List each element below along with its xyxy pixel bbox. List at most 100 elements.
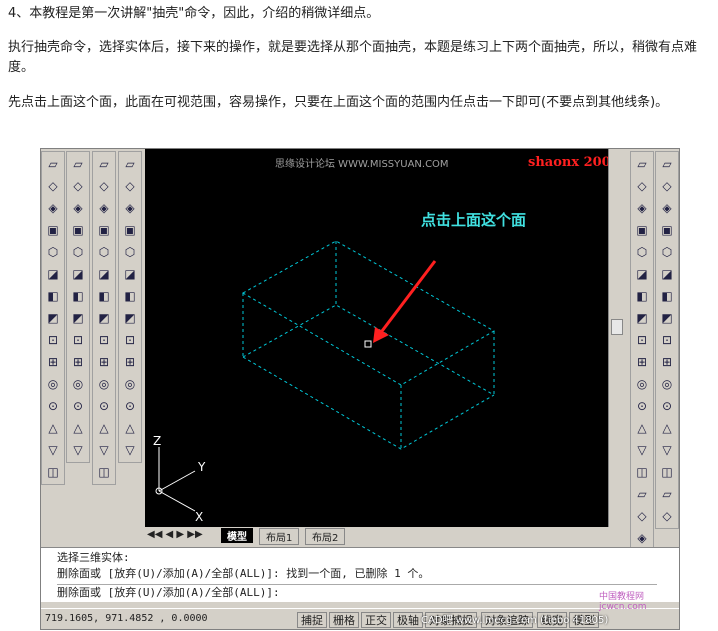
view-sw-icon[interactable]: ◧ — [68, 286, 88, 306]
revcloud-icon[interactable]: ◩ — [632, 308, 652, 328]
explode-icon[interactable]: ◇ — [657, 506, 677, 526]
tab-nav-arrows[interactable]: ◀◀ ◀ ▶ ▶▶ — [147, 529, 203, 540]
drawing-viewport[interactable]: 思缘设计论坛 WWW.MISSYUAN.COM shaonx 2009-10-5… — [145, 149, 658, 527]
command-window[interactable]: 选择三维实体: 删除面或 [放弃(U)/添加(A)/全部(ALL)]: 找到一个… — [41, 547, 679, 602]
block-icon[interactable]: ⊙ — [632, 396, 652, 416]
circle-icon[interactable]: ◧ — [632, 286, 652, 306]
ucs-named-icon[interactable]: ▽ — [43, 440, 63, 460]
ucs-prev-icon[interactable]: ◈ — [43, 198, 63, 218]
tab-layout1[interactable]: 布局1 — [259, 528, 300, 545]
stretch-icon[interactable]: ⊡ — [657, 330, 677, 350]
erase-icon[interactable]: ▱ — [657, 154, 677, 174]
view-top-icon[interactable]: ▱ — [68, 154, 88, 174]
section-icon[interactable]: ⊞ — [120, 352, 140, 372]
rectangle-icon[interactable]: ⬡ — [632, 242, 652, 262]
ucs-move-icon[interactable]: △ — [68, 418, 88, 438]
top-face[interactable] — [241, 240, 496, 386]
fillet-icon[interactable]: ▱ — [657, 484, 677, 504]
ucs-z-icon[interactable]: ⊙ — [43, 396, 63, 416]
break-point-icon[interactable]: ⊙ — [657, 396, 677, 416]
separate-icon[interactable]: △ — [94, 418, 114, 438]
array-icon[interactable]: ⬡ — [657, 242, 677, 262]
tab-model[interactable]: 模型 — [221, 528, 253, 543]
break-icon[interactable]: △ — [657, 418, 677, 438]
view-left-icon[interactable]: ◈ — [68, 198, 88, 218]
torus-icon[interactable]: ◪ — [120, 264, 140, 284]
ucs-icon[interactable]: ▱ — [43, 154, 63, 174]
revolve-icon[interactable]: ◩ — [120, 308, 140, 328]
delete-face-icon[interactable]: ◧ — [94, 286, 114, 306]
rotate-icon[interactable]: ◧ — [657, 286, 677, 306]
view-back-icon[interactable]: ◪ — [68, 264, 88, 284]
extrude-icon[interactable]: ◧ — [120, 286, 140, 306]
scale-icon[interactable]: ◩ — [657, 308, 677, 328]
make-block-icon[interactable]: △ — [632, 418, 652, 438]
grid-button[interactable]: 栅格 — [329, 612, 359, 628]
mirror-icon[interactable]: ◈ — [657, 198, 677, 218]
wedge-icon[interactable]: ⬡ — [120, 242, 140, 262]
ucs-zaxis-icon[interactable]: ◩ — [43, 308, 63, 328]
ucs-3point-icon[interactable]: ⊡ — [43, 330, 63, 350]
view-bottom-icon[interactable]: ◇ — [68, 176, 88, 196]
point-icon[interactable]: ▽ — [632, 440, 652, 460]
ucs-view-icon[interactable]: ◪ — [43, 264, 63, 284]
join-icon[interactable]: ▽ — [657, 440, 677, 460]
arc-icon[interactable]: ◪ — [632, 264, 652, 284]
offset-face-icon[interactable]: ◪ — [94, 264, 114, 284]
shell-icon[interactable]: ▽ — [94, 440, 114, 460]
polar-button[interactable]: 极轴 — [393, 612, 423, 628]
interfere-icon[interactable]: ◎ — [120, 374, 140, 394]
scroll-thumb[interactable] — [611, 319, 623, 335]
setup-view-icon[interactable]: △ — [120, 418, 140, 438]
ellipse-icon[interactable]: ⊞ — [632, 352, 652, 372]
ucs-x-icon[interactable]: ⊞ — [43, 352, 63, 372]
copy-face-icon[interactable]: ⊞ — [94, 352, 114, 372]
ucs-origin-icon[interactable]: ◧ — [43, 286, 63, 306]
region-icon[interactable]: ◇ — [632, 506, 652, 526]
ucs-apply-icon[interactable]: △ — [43, 418, 63, 438]
box-icon[interactable]: ▱ — [120, 154, 140, 174]
view-front-icon[interactable]: ⬡ — [68, 242, 88, 262]
xline-icon[interactable]: ◇ — [632, 176, 652, 196]
ortho-button[interactable]: 正交 — [361, 612, 391, 628]
view-nw-icon[interactable]: ⊞ — [68, 352, 88, 372]
ucs-axis-icon[interactable]: ▽ — [68, 440, 88, 460]
ucs-face-icon[interactable]: ⬡ — [43, 242, 63, 262]
viewport-scrollbar[interactable] — [608, 149, 625, 527]
extrude-face-icon[interactable]: ▣ — [94, 220, 114, 240]
cone-icon[interactable]: ▣ — [120, 220, 140, 240]
ucs-manager-icon[interactable]: ◫ — [43, 462, 63, 482]
polyline-icon[interactable]: ◈ — [632, 198, 652, 218]
move-icon[interactable]: ◪ — [657, 264, 677, 284]
taper-face-icon[interactable]: ⊡ — [94, 330, 114, 350]
move-face-icon[interactable]: ⬡ — [94, 242, 114, 262]
line-icon[interactable]: ▱ — [632, 154, 652, 174]
camera-icon[interactable]: ◎ — [68, 374, 88, 394]
ucs-object-icon[interactable]: ▣ — [43, 220, 63, 240]
rotate-face-icon[interactable]: ◩ — [94, 308, 114, 328]
check-icon[interactable]: ◫ — [94, 462, 114, 482]
view-ne-icon[interactable]: ⊡ — [68, 330, 88, 350]
ucs-y-icon[interactable]: ◎ — [43, 374, 63, 394]
setup-drawing-icon[interactable]: ⊙ — [120, 396, 140, 416]
mtext-icon[interactable]: ◈ — [632, 528, 652, 548]
polygon-icon[interactable]: ▣ — [632, 220, 652, 240]
extend-icon[interactable]: ◎ — [657, 374, 677, 394]
union-icon[interactable]: ▱ — [94, 154, 114, 174]
tab-layout2[interactable]: 布局2 — [305, 528, 346, 545]
slice-icon[interactable]: ⊡ — [120, 330, 140, 350]
spline-icon[interactable]: ⊡ — [632, 330, 652, 350]
command-prompt[interactable]: 删除面或 [放弃(U)/添加(A)/全部(ALL)]: — [57, 584, 657, 601]
orbit-icon[interactable]: ⊙ — [68, 396, 88, 416]
cylinder-icon[interactable]: ◈ — [120, 198, 140, 218]
color-face-icon[interactable]: ◎ — [94, 374, 114, 394]
hatch-icon[interactable]: ◫ — [632, 462, 652, 482]
offset-icon[interactable]: ▣ — [657, 220, 677, 240]
ellipse-arc-icon[interactable]: ◎ — [632, 374, 652, 394]
imprint-icon[interactable]: ⊙ — [94, 396, 114, 416]
gradient-icon[interactable]: ▱ — [632, 484, 652, 504]
ucs-world-icon[interactable]: ◇ — [43, 176, 63, 196]
view-right-icon[interactable]: ▣ — [68, 220, 88, 240]
subtract-icon[interactable]: ◇ — [94, 176, 114, 196]
trim-icon[interactable]: ⊞ — [657, 352, 677, 372]
